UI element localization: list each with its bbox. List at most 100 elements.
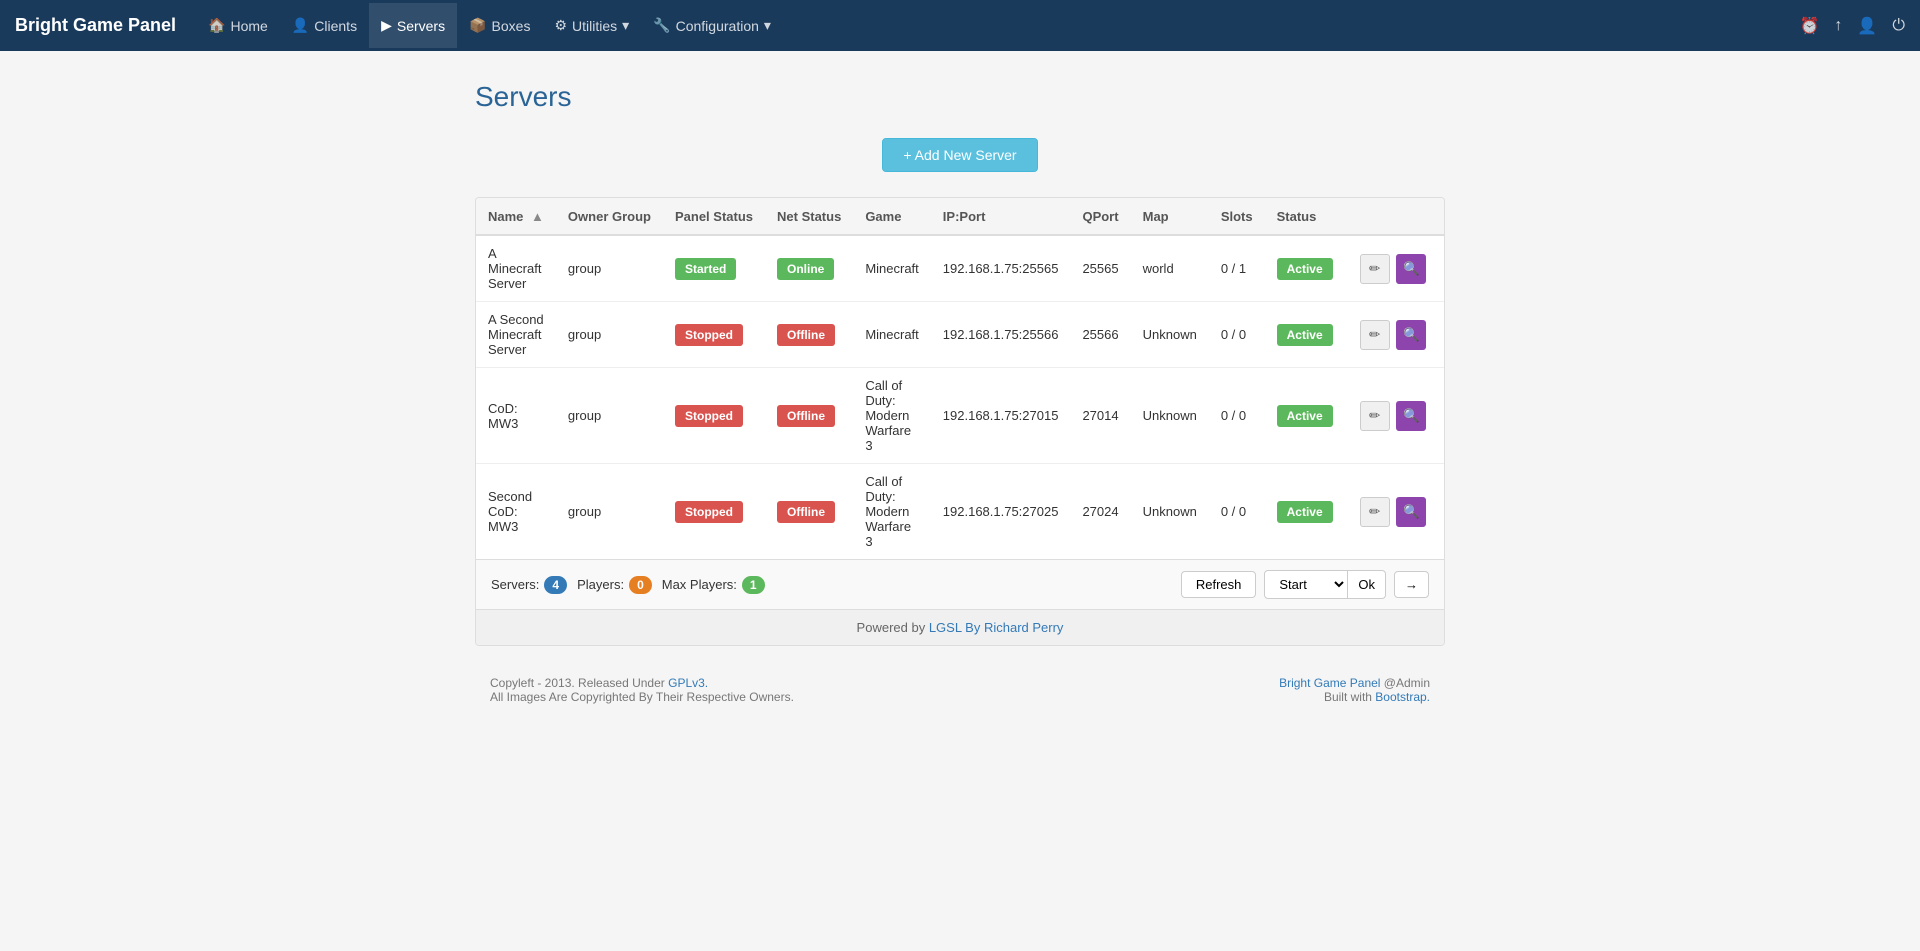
search-button-0[interactable]: 🔍 <box>1396 254 1426 284</box>
edit-button-1[interactable]: ✏ <box>1360 320 1390 350</box>
cell-map-3: Unknown <box>1131 464 1209 560</box>
cell-game-1: Minecraft <box>853 302 930 368</box>
utilities-dropdown-icon: ▾ <box>622 17 629 34</box>
upload-icon[interactable]: ↑ <box>1834 17 1842 35</box>
th-panel-status: Panel Status <box>663 198 765 235</box>
table-footer-bar: Servers: 4 Players: 0 Max Players: 1 Ref… <box>476 559 1444 609</box>
search-button-1[interactable]: 🔍 <box>1396 320 1426 350</box>
nav-item-clients[interactable]: 👤 Clients <box>280 3 369 48</box>
th-actions <box>1345 198 1439 235</box>
net-status-badge-3: Offline <box>777 501 835 523</box>
lgsl-link[interactable]: LGSL By Richard Perry <box>929 620 1064 635</box>
cell-map-1: Unknown <box>1131 302 1209 368</box>
panel-brand-link[interactable]: Bright Game Panel <box>1279 676 1380 690</box>
nav-item-boxes[interactable]: 📦 Boxes <box>457 3 542 48</box>
home-icon: 🏠 <box>208 17 225 34</box>
refresh-button[interactable]: Refresh <box>1181 571 1257 598</box>
nav-link-clients[interactable]: 👤 Clients <box>280 3 369 48</box>
clock-icon[interactable]: ⏰ <box>1800 16 1820 36</box>
max-players-stat: Max Players: 1 <box>662 576 765 594</box>
cell-owner-1: group <box>556 302 663 368</box>
table-row: CoD: MW3 group Stopped Offline Call of D… <box>476 368 1445 464</box>
navbar-right: ⏰ ↑ 👤 ⏻ <box>1800 16 1906 36</box>
navbar-brand[interactable]: Bright Game Panel <box>15 15 176 36</box>
main-content: Servers + Add New Server Name ▲ Owner Gr… <box>460 81 1460 704</box>
navbar: Bright Game Panel 🏠 Home 👤 Clients ▶ Ser… <box>0 0 1920 51</box>
copyright-line1: Copyleft - 2013. Released Under GPLv3. <box>490 676 794 690</box>
add-new-server-button[interactable]: + Add New Server <box>882 138 1037 172</box>
nav-link-servers[interactable]: ▶ Servers <box>369 3 457 48</box>
table-row: Second CoD: MW3 group Stopped Offline Ca… <box>476 464 1445 560</box>
power-icon[interactable]: ⏻ <box>1892 17 1905 35</box>
cell-actions-0: ✏ 🔍 <box>1345 235 1439 302</box>
bootstrap-link[interactable]: Bootstrap. <box>1375 690 1430 704</box>
nav-menu: 🏠 Home 👤 Clients ▶ Servers 📦 Boxes ⚙ <box>196 3 1799 48</box>
cell-net-status-2: Offline <box>765 368 853 464</box>
footer-right-text: Bright Game Panel @Admin Built with Boot… <box>1279 676 1430 704</box>
ok-button[interactable]: Ok <box>1348 570 1386 599</box>
cell-checkbox-0 <box>1438 235 1445 302</box>
nav-link-configuration[interactable]: 🔧 Configuration ▾ <box>641 3 783 48</box>
nav-link-home[interactable]: 🏠 Home <box>196 3 280 48</box>
players-label: Players: <box>577 577 624 592</box>
edit-button-0[interactable]: ✏ <box>1360 254 1390 284</box>
cell-name-2: CoD: MW3 <box>476 368 556 464</box>
nav-item-home[interactable]: 🏠 Home <box>196 3 280 48</box>
cell-owner-0: group <box>556 235 663 302</box>
cell-name-3: Second CoD: MW3 <box>476 464 556 560</box>
page-title: Servers <box>475 81 1445 113</box>
cell-checkbox-1 <box>1438 302 1445 368</box>
cell-qport-2: 27014 <box>1070 368 1130 464</box>
panel-status-badge-3: Stopped <box>675 501 743 523</box>
cell-actions-3: ✏ 🔍 <box>1345 464 1439 560</box>
nav-item-utilities[interactable]: ⚙ Utilities ▾ <box>542 3 641 48</box>
cell-qport-1: 25566 <box>1070 302 1130 368</box>
search-button-2[interactable]: 🔍 <box>1396 401 1426 431</box>
cell-panel-status-1: Stopped <box>663 302 765 368</box>
arrow-button[interactable]: → <box>1394 571 1429 598</box>
cell-ip-0: 192.168.1.75:25565 <box>931 235 1071 302</box>
max-players-label: Max Players: <box>662 577 737 592</box>
edit-button-3[interactable]: ✏ <box>1360 497 1390 527</box>
net-status-badge-2: Offline <box>777 405 835 427</box>
nav-item-configuration[interactable]: 🔧 Configuration ▾ <box>641 3 783 48</box>
table-row: A Minecraft Server group Started Online … <box>476 235 1445 302</box>
cell-name-1: A Second Minecraft Server <box>476 302 556 368</box>
th-slots: Slots <box>1209 198 1265 235</box>
search-button-3[interactable]: 🔍 <box>1396 497 1426 527</box>
net-status-badge-0: Online <box>777 258 834 280</box>
cell-map-2: Unknown <box>1131 368 1209 464</box>
cell-owner-3: group <box>556 464 663 560</box>
status-badge-2: Active <box>1277 405 1333 427</box>
nav-link-boxes[interactable]: 📦 Boxes <box>457 3 542 48</box>
user-icon[interactable]: 👤 <box>1857 16 1877 36</box>
cell-ip-2: 192.168.1.75:27015 <box>931 368 1071 464</box>
servers-icon: ▶ <box>381 17 392 34</box>
cell-game-0: Minecraft <box>853 235 930 302</box>
table-row: A Second Minecraft Server group Stopped … <box>476 302 1445 368</box>
nav-link-utilities[interactable]: ⚙ Utilities ▾ <box>542 3 641 48</box>
th-name: Name ▲ <box>476 198 556 235</box>
gpl-link[interactable]: GPLv3. <box>668 676 708 690</box>
panel-admin-text: Bright Game Panel @Admin <box>1279 676 1430 690</box>
edit-button-2[interactable]: ✏ <box>1360 401 1390 431</box>
cell-name-0: A Minecraft Server <box>476 235 556 302</box>
powered-by-text: Powered by <box>857 620 929 635</box>
max-players-count: 1 <box>742 576 765 594</box>
copyright-line2: All Images Are Copyrighted By Their Resp… <box>490 690 794 704</box>
cell-qport-0: 25565 <box>1070 235 1130 302</box>
servers-tbody: A Minecraft Server group Started Online … <box>476 235 1445 559</box>
cell-slots-1: 0 / 0 <box>1209 302 1265 368</box>
cell-status-2: Active <box>1265 368 1345 464</box>
status-badge-1: Active <box>1277 324 1333 346</box>
net-status-badge-1: Offline <box>777 324 835 346</box>
cell-map-0: world <box>1131 235 1209 302</box>
bootstrap-text: Built with Bootstrap. <box>1279 690 1430 704</box>
status-badge-0: Active <box>1277 258 1333 280</box>
utilities-icon: ⚙ <box>554 17 567 34</box>
action-select[interactable]: Start Stop Restart Delete <box>1264 570 1348 599</box>
cell-slots-2: 0 / 0 <box>1209 368 1265 464</box>
nav-item-servers[interactable]: ▶ Servers <box>369 3 457 48</box>
configuration-dropdown-icon: ▾ <box>764 17 771 34</box>
cell-actions-2: ✏ 🔍 <box>1345 368 1439 464</box>
